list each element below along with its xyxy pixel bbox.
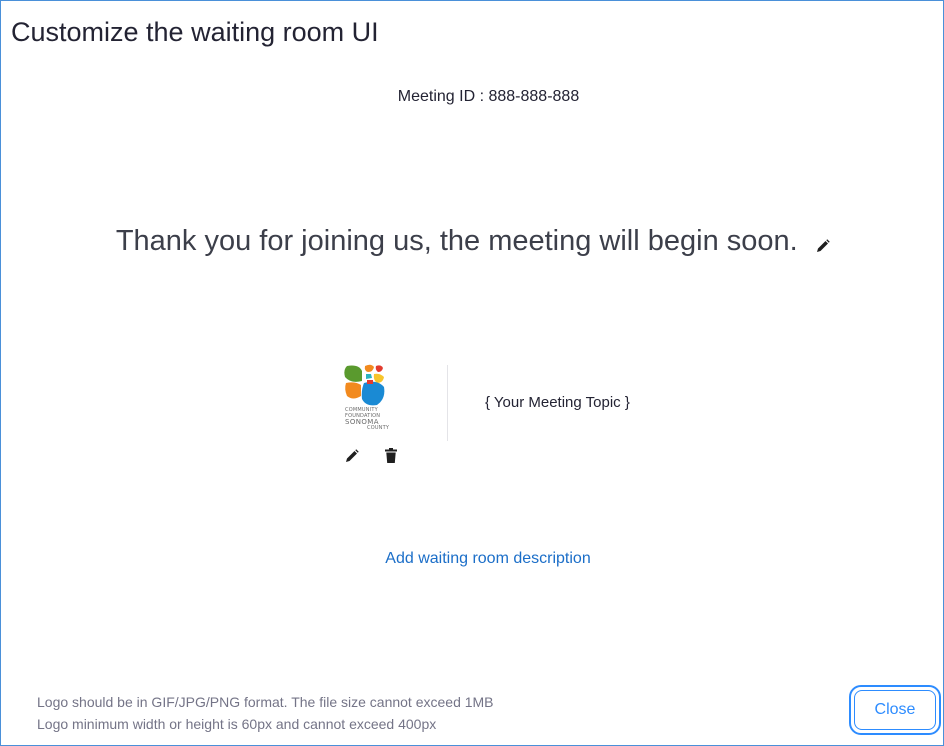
close-button-label: Close [854, 690, 936, 730]
meeting-topic: { Your Meeting Topic } [485, 394, 630, 411]
meeting-id-value: 888-888-888 [488, 88, 580, 105]
trash-icon[interactable] [385, 448, 397, 463]
logo-requirements-note: Logo should be in GIF/JPG/PNG format. Th… [37, 691, 494, 735]
note-size: Logo minimum width or height is 60px and… [37, 716, 437, 732]
add-description-link[interactable]: Add waiting room description [1, 550, 944, 568]
logo-line-county: COUNTY [367, 425, 390, 432]
welcome-message: Thank you for joining us, the meeting wi… [115, 225, 798, 257]
logo-topic-divider [447, 365, 448, 441]
pencil-icon[interactable] [816, 238, 830, 253]
edit-logo-icon[interactable] [345, 449, 359, 463]
meeting-id: Meeting ID : 888-888-888 [1, 88, 944, 106]
dialog-title: Customize the waiting room UI [11, 17, 379, 47]
community-foundation-logo-icon [344, 364, 385, 406]
logo-wordmark: COMMUNITY FOUNDATION SONOMA COUNTY [345, 407, 390, 432]
logo-image: COMMUNITY FOUNDATION SONOMA COUNTY [339, 363, 399, 443]
meeting-id-label: Meeting ID : [397, 88, 485, 105]
close-button[interactable]: Close [849, 685, 941, 735]
note-format: Logo should be in GIF/JPG/PNG format. Th… [37, 694, 494, 710]
waiting-room-dialog: Customize the waiting room UI Meeting ID… [0, 0, 944, 746]
logo-actions [343, 446, 403, 466]
welcome-message-row: Thank you for joining us, the meeting wi… [1, 225, 944, 258]
